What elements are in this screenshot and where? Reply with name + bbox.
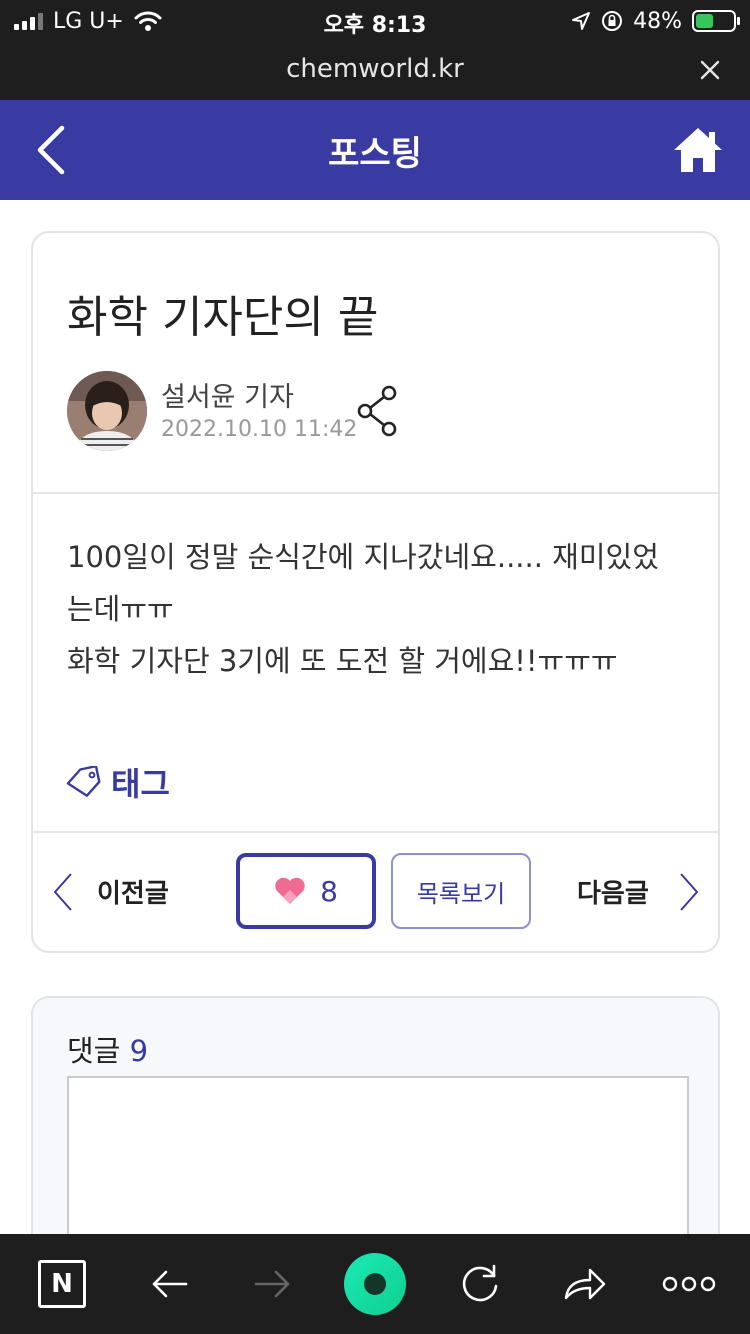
- forward-icon[interactable]: [248, 1260, 296, 1308]
- heart-icon: [275, 877, 305, 904]
- author-name[interactable]: 설서윤 기자: [161, 375, 294, 414]
- orientation-lock-icon: [602, 11, 623, 31]
- list-view-button[interactable]: 목록보기: [391, 853, 531, 929]
- post-body-line: 100일이 정말 순식간에 지나갔네요..... 재미있었: [67, 540, 659, 574]
- author-avatar[interactable]: [67, 371, 147, 451]
- location-icon: [572, 12, 591, 30]
- divider: [33, 831, 718, 833]
- tag-row[interactable]: 태그: [65, 759, 170, 805]
- comment-count: 9: [129, 1034, 149, 1068]
- post-date: 2022.10.10 11:42: [161, 417, 358, 442]
- comment-label: 댓글: [67, 1034, 121, 1068]
- prev-post-link[interactable]: 이전글: [97, 873, 169, 910]
- page-header: 포스팅: [0, 100, 750, 200]
- chevron-right-icon[interactable]: [677, 871, 701, 913]
- post-body-line: 는데ㅠㅠ: [67, 592, 174, 626]
- comment-card: 댓글 9: [31, 996, 720, 1276]
- n-icon[interactable]: N: [38, 1260, 86, 1308]
- url-domain[interactable]: chemworld.kr: [0, 54, 750, 84]
- battery-icon: [692, 10, 740, 32]
- browser-toolbar: N: [0, 1234, 750, 1334]
- back-icon[interactable]: [146, 1260, 194, 1308]
- like-count: 8: [320, 874, 338, 908]
- chevron-left-icon[interactable]: [51, 871, 75, 913]
- refresh-icon[interactable]: [456, 1260, 504, 1308]
- next-post-link[interactable]: 다음글: [577, 873, 649, 910]
- tag-icon: [66, 766, 101, 797]
- green-home-icon[interactable]: [344, 1253, 406, 1315]
- page-title: 포스팅: [328, 134, 422, 174]
- like-button[interactable]: 8: [236, 853, 376, 929]
- status-bar: LG U+ 오후 8:13 48%: [0, 0, 750, 42]
- more-icon[interactable]: [662, 1260, 716, 1308]
- close-icon[interactable]: [698, 58, 722, 82]
- post-card: 화학 기자단의 끝 설서윤 기자 2022.10.10 11:42 100일이 …: [31, 231, 720, 953]
- post-navigation: 이전글 8 목록보기 다음글: [33, 853, 718, 929]
- share-icon[interactable]: [560, 1260, 608, 1308]
- battery-percent: 48%: [633, 8, 682, 34]
- post-body: 100일이 정말 순식간에 지나갔네요..... 재미있었 는데ㅠㅠ 화학 기자…: [67, 531, 697, 687]
- divider: [33, 492, 718, 494]
- post-body-line: 화학 기자단 3기에 또 도전 할 거에요!!ㅠㅠㅠ: [67, 644, 618, 678]
- comment-header: 댓글 9: [67, 1028, 148, 1070]
- tag-label: 태그: [111, 765, 170, 803]
- home-icon[interactable]: [672, 124, 724, 176]
- share-icon[interactable]: [355, 381, 401, 441]
- post-title: 화학 기자단의 끝: [67, 292, 379, 343]
- url-bar: chemworld.kr: [0, 42, 750, 100]
